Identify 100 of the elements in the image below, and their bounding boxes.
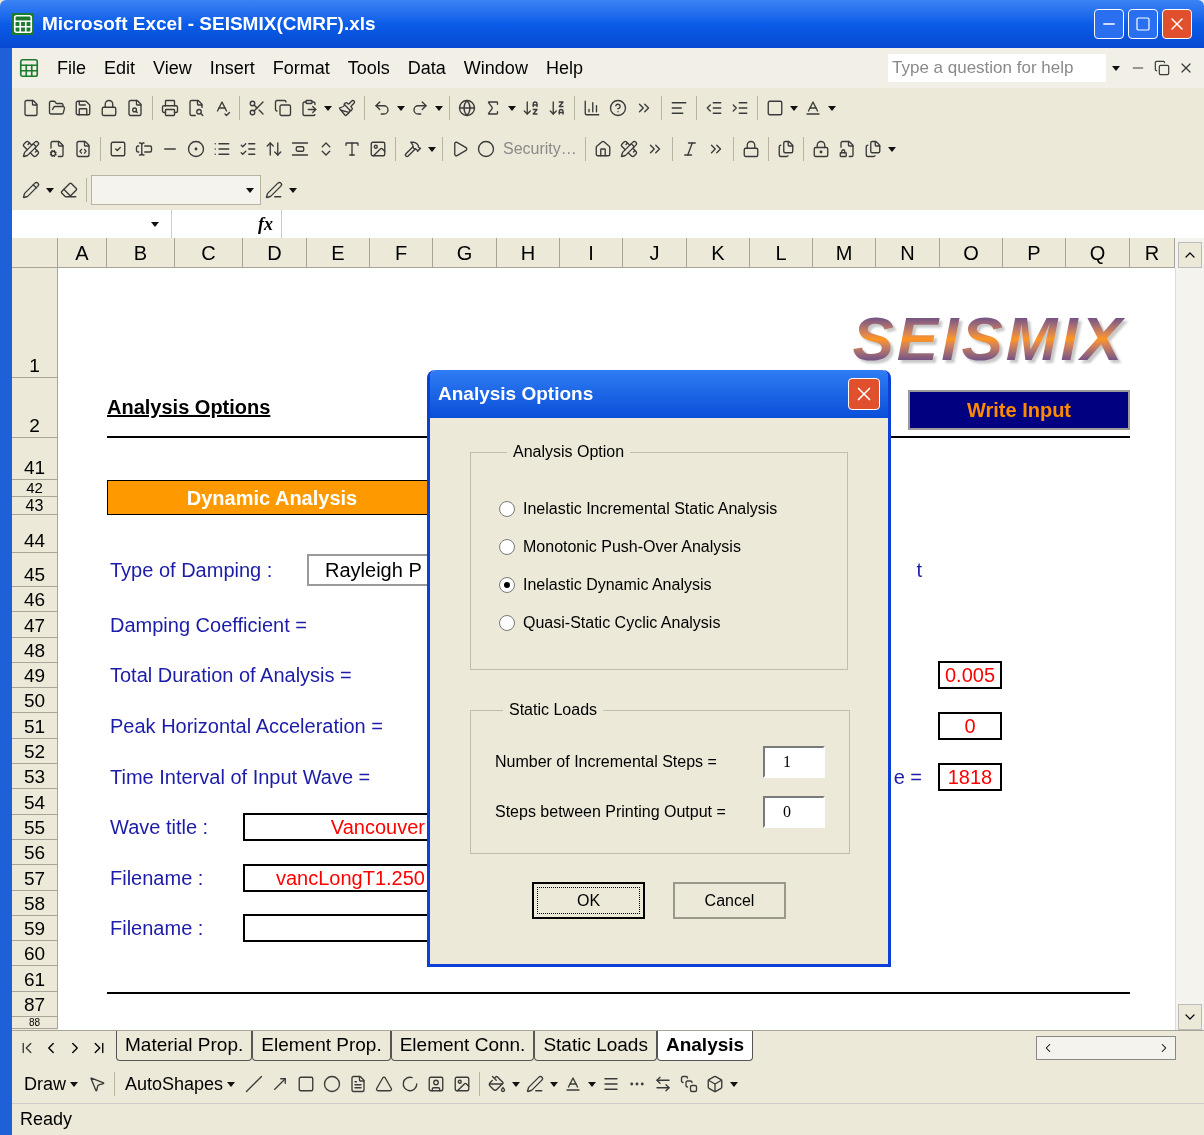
vertical-scrollbar[interactable] bbox=[1175, 268, 1204, 1030]
line-style-icon[interactable] bbox=[602, 1075, 621, 1093]
oval-icon[interactable] bbox=[323, 1075, 342, 1093]
lock-icon[interactable] bbox=[100, 99, 118, 117]
caret-icon[interactable] bbox=[227, 1081, 236, 1087]
redo-icon[interactable] bbox=[411, 99, 429, 117]
radio-option[interactable]: Inelastic Dynamic Analysis bbox=[499, 574, 819, 596]
caret-icon[interactable] bbox=[246, 187, 254, 193]
hammer-icon[interactable] bbox=[404, 140, 422, 158]
caret-icon[interactable] bbox=[435, 105, 443, 111]
fill-color-icon[interactable] bbox=[488, 1075, 507, 1093]
text-box-icon[interactable] bbox=[349, 1075, 368, 1093]
menu-item[interactable]: Format bbox=[263, 54, 339, 82]
caret-icon[interactable] bbox=[550, 1081, 559, 1087]
pointer-icon[interactable] bbox=[88, 1075, 106, 1093]
combo-list-icon[interactable] bbox=[239, 140, 257, 158]
caret-icon[interactable] bbox=[70, 1081, 78, 1087]
paintbrush-icon[interactable] bbox=[338, 99, 356, 117]
code-icon[interactable] bbox=[74, 140, 92, 158]
label-icon[interactable] bbox=[343, 140, 361, 158]
spreadsheet-icon[interactable] bbox=[18, 57, 40, 79]
line-color-icon[interactable] bbox=[526, 1075, 545, 1093]
scissors-icon[interactable] bbox=[248, 99, 266, 117]
record-icon[interactable] bbox=[477, 140, 495, 158]
line-icon[interactable] bbox=[245, 1075, 264, 1093]
lock-icon[interactable] bbox=[741, 140, 760, 158]
text-field-icon[interactable] bbox=[135, 140, 153, 158]
menu-item[interactable]: Insert bbox=[200, 54, 264, 82]
pencil-ruler-icon[interactable] bbox=[619, 140, 638, 158]
sheet-tab[interactable]: Material Prop. bbox=[116, 1031, 253, 1061]
number-field[interactable]: 0 bbox=[763, 796, 825, 828]
autoshapes-menu[interactable]: AutoShapes bbox=[119, 1070, 242, 1098]
file-search-icon[interactable] bbox=[126, 99, 144, 117]
document-icon[interactable] bbox=[22, 99, 40, 117]
draw-menu[interactable]: Draw bbox=[18, 1070, 84, 1098]
menu-item[interactable]: View bbox=[144, 54, 201, 82]
radio-button[interactable] bbox=[499, 501, 515, 517]
caret-icon[interactable] bbox=[428, 146, 436, 152]
padlock-icon[interactable] bbox=[811, 140, 830, 158]
cancel-button[interactable]: Cancel bbox=[673, 882, 786, 919]
caret-icon[interactable] bbox=[512, 1081, 521, 1087]
caret-icon[interactable] bbox=[151, 221, 159, 227]
radio-option[interactable]: Inelastic Incremental Static Analysis bbox=[499, 498, 819, 520]
radio-option[interactable]: Quasi-Static Cyclic Analysis bbox=[499, 612, 819, 634]
globe-icon[interactable] bbox=[458, 99, 476, 117]
menu-item[interactable]: Tools bbox=[338, 54, 399, 82]
font-color-icon[interactable] bbox=[804, 99, 822, 117]
sheet-tab[interactable]: Element Conn. bbox=[390, 1031, 535, 1061]
undo-icon[interactable] bbox=[373, 99, 391, 117]
sheet-tab[interactable]: Analysis bbox=[656, 1031, 754, 1061]
caret-icon[interactable] bbox=[324, 105, 332, 111]
rectangle-icon[interactable] bbox=[297, 1075, 316, 1093]
menu-item[interactable]: File bbox=[48, 54, 95, 82]
restore-icon[interactable] bbox=[1154, 60, 1170, 76]
caret-icon[interactable] bbox=[887, 146, 896, 152]
file-lock-icon[interactable] bbox=[837, 140, 856, 158]
files-icon[interactable] bbox=[776, 140, 795, 158]
radio-option[interactable]: Monotonic Push-Over Analysis bbox=[499, 536, 819, 558]
caret-icon[interactable] bbox=[828, 105, 836, 111]
help-search-field[interactable]: Type a question for help bbox=[888, 54, 1106, 82]
number-field[interactable]: 1 bbox=[763, 746, 825, 778]
menu-item[interactable]: Window bbox=[454, 54, 537, 82]
radio-button[interactable] bbox=[499, 539, 515, 555]
pencil-ruler-icon[interactable] bbox=[22, 140, 40, 158]
spinner-icon[interactable] bbox=[265, 140, 283, 158]
sheet-tab[interactable]: Element Prop. bbox=[252, 1031, 391, 1061]
printer-icon[interactable] bbox=[161, 99, 179, 117]
paste-icon[interactable] bbox=[300, 99, 318, 117]
caret-icon[interactable] bbox=[289, 187, 297, 193]
border-icon[interactable] bbox=[766, 99, 784, 117]
play-icon[interactable] bbox=[451, 140, 469, 158]
cube-icon[interactable] bbox=[706, 1075, 725, 1093]
folder-icon[interactable] bbox=[48, 99, 66, 117]
menu-item[interactable]: Edit bbox=[95, 54, 145, 82]
radio-icon[interactable] bbox=[187, 140, 205, 158]
list-icon[interactable] bbox=[213, 140, 231, 158]
menu-item[interactable]: Data bbox=[398, 54, 455, 82]
sort-descending-icon[interactable] bbox=[548, 99, 566, 117]
caret-icon[interactable] bbox=[730, 1081, 739, 1087]
write-input-button[interactable]: Write Input bbox=[908, 390, 1130, 430]
horizontal-scrollbar[interactable] bbox=[1036, 1036, 1176, 1060]
outdent-icon[interactable] bbox=[705, 99, 723, 117]
minimize-button[interactable] bbox=[1094, 9, 1124, 39]
font-color-icon[interactable] bbox=[564, 1075, 583, 1093]
checkbox-icon[interactable] bbox=[109, 140, 127, 158]
align-left-icon[interactable] bbox=[670, 99, 688, 117]
caret-icon[interactable] bbox=[46, 187, 54, 193]
arrow-style-icon[interactable] bbox=[654, 1075, 673, 1093]
maximize-button[interactable] bbox=[1128, 9, 1158, 39]
save-icon[interactable] bbox=[74, 99, 92, 117]
print-preview-icon[interactable] bbox=[187, 99, 205, 117]
sheet-tab[interactable]: Static Loads bbox=[534, 1031, 657, 1061]
help-icon[interactable] bbox=[609, 99, 627, 117]
image-icon[interactable] bbox=[369, 140, 387, 158]
chart-icon[interactable] bbox=[583, 99, 601, 117]
files-icon[interactable] bbox=[863, 140, 882, 158]
indent-icon[interactable] bbox=[731, 99, 749, 117]
caret-icon[interactable] bbox=[397, 105, 405, 111]
sort-ascending-icon[interactable] bbox=[522, 99, 540, 117]
eraser-icon[interactable] bbox=[60, 181, 78, 199]
